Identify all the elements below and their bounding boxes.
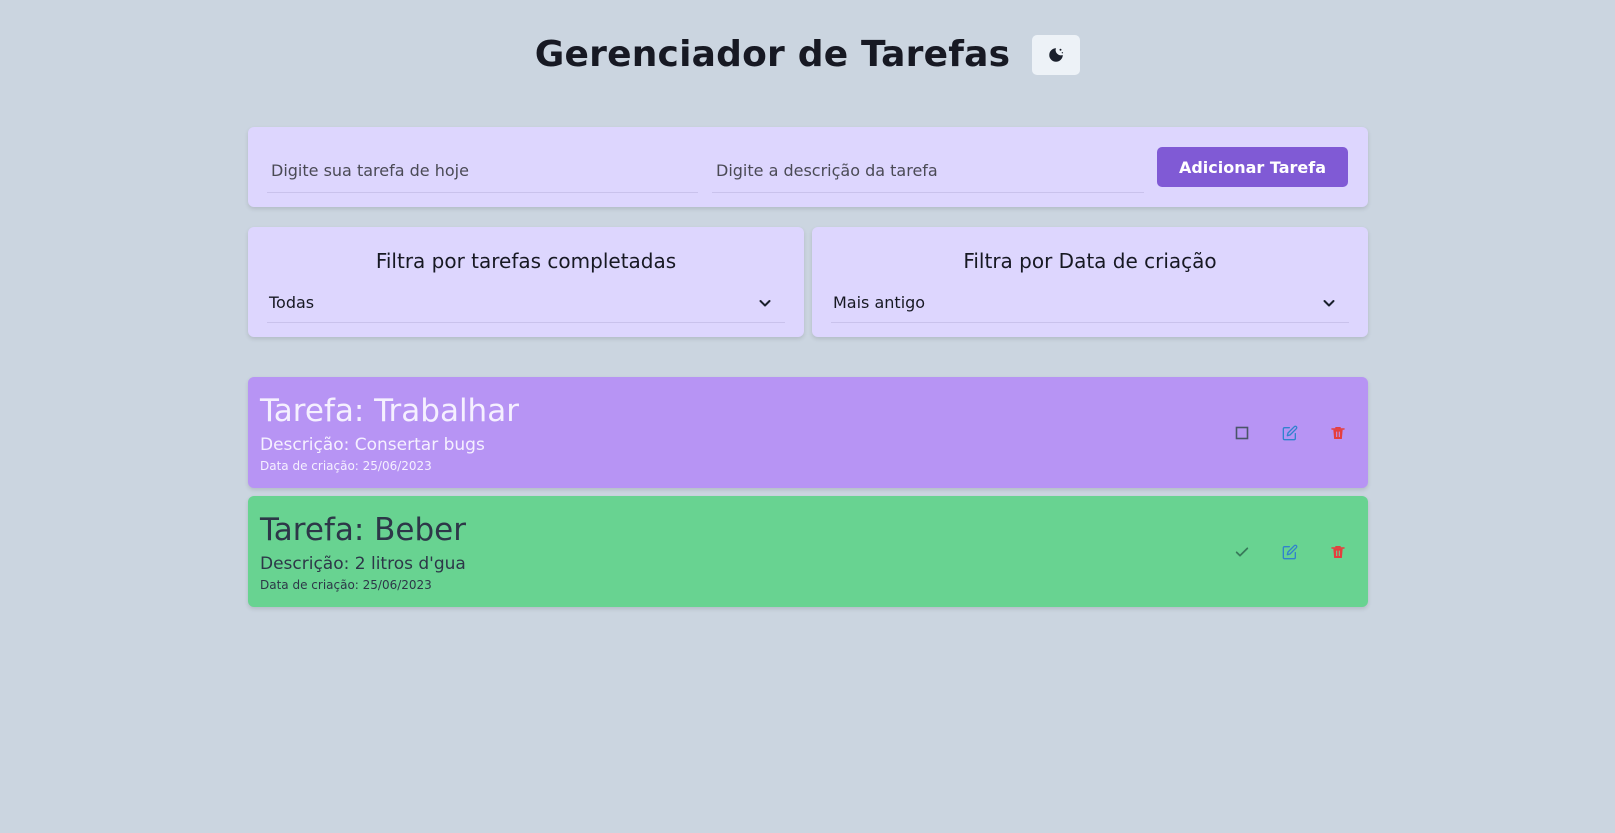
date-filter-panel: Filtra por Data de criação Mais antigo <box>812 227 1368 337</box>
square-icon <box>1235 426 1249 440</box>
page-title: Gerenciador de Tarefas <box>534 34 1011 75</box>
edit-icon <box>1282 425 1298 441</box>
toggle-complete-button[interactable] <box>1226 536 1258 568</box>
task-description-input[interactable] <box>712 149 1144 193</box>
delete-task-button[interactable] <box>1322 536 1354 568</box>
date-filter-title: Filtra por Data de criação <box>963 249 1217 273</box>
task-description: Descrição: Consertar bugs <box>260 435 485 455</box>
edit-task-button[interactable] <box>1274 417 1306 449</box>
task-actions <box>1226 536 1354 568</box>
edit-icon <box>1282 544 1298 560</box>
date-filter-value: Mais antigo <box>833 293 926 312</box>
task-date: Data de criação: 25/06/2023 <box>260 459 432 473</box>
theme-toggle-button[interactable] <box>1032 34 1081 75</box>
chevron-down-icon <box>1323 299 1335 306</box>
chevron-down-icon <box>759 299 771 306</box>
header: Gerenciador de Tarefas <box>0 34 1615 75</box>
edit-task-button[interactable] <box>1274 536 1306 568</box>
task-actions <box>1226 417 1354 449</box>
add-task-panel: Adicionar Tarefa <box>248 127 1368 207</box>
moon-icon <box>1049 47 1064 62</box>
completed-filter-panel: Filtra por tarefas completadas Todas <box>248 227 804 337</box>
task-title-input[interactable] <box>267 149 698 193</box>
task-card: Tarefa: Trabalhar Descrição: Consertar b… <box>248 377 1368 488</box>
trash-icon <box>1331 546 1345 558</box>
trash-icon <box>1331 427 1345 439</box>
completed-filter-value: Todas <box>269 293 315 312</box>
completed-filter-select[interactable]: Todas <box>267 283 785 323</box>
task-title: Tarefa: Beber <box>260 512 466 548</box>
date-filter-select[interactable]: Mais antigo <box>831 283 1349 323</box>
toggle-complete-button[interactable] <box>1226 417 1258 449</box>
check-icon <box>1235 547 1249 557</box>
completed-filter-title: Filtra por tarefas completadas <box>375 249 677 273</box>
task-title: Tarefa: Trabalhar <box>260 393 519 429</box>
task-date: Data de criação: 25/06/2023 <box>260 578 432 592</box>
task-card: Tarefa: Beber Descrição: 2 litros d'gua … <box>248 496 1368 607</box>
add-task-button[interactable]: Adicionar Tarefa <box>1157 147 1348 187</box>
delete-task-button[interactable] <box>1322 417 1354 449</box>
task-description: Descrição: 2 litros d'gua <box>260 554 466 574</box>
